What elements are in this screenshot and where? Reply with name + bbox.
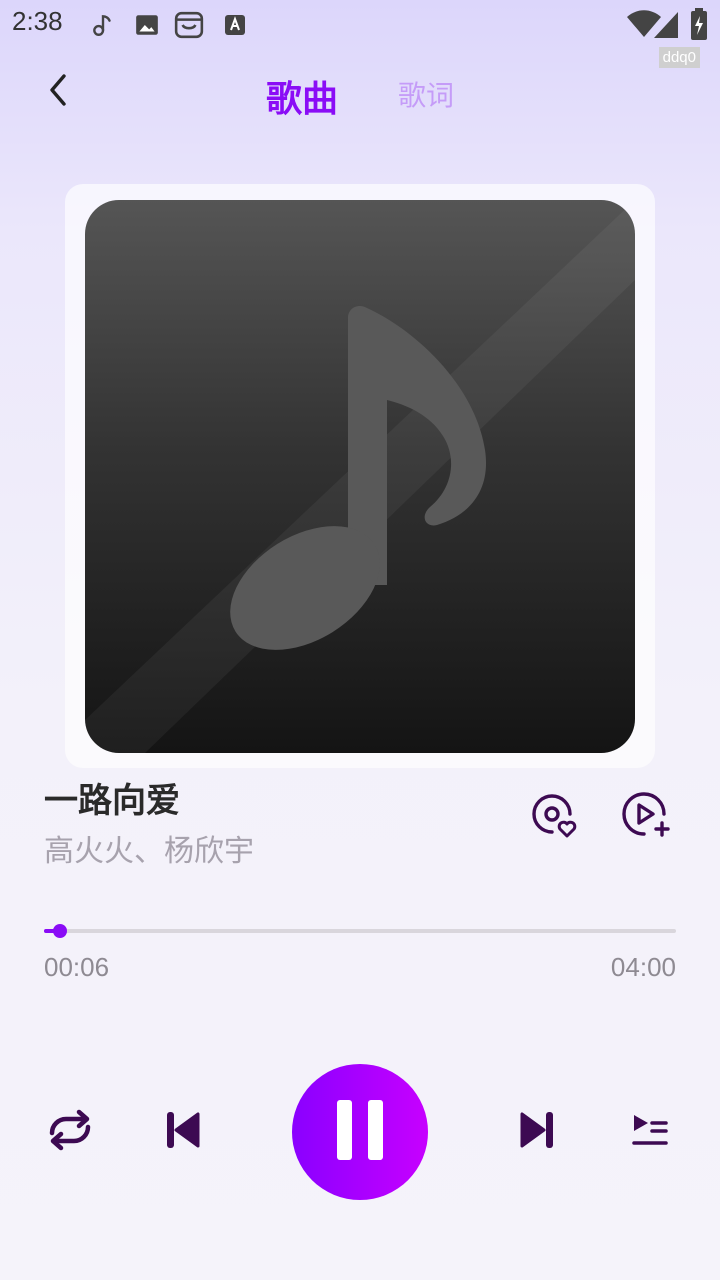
current-time: 00:06	[44, 952, 110, 982]
image-icon	[132, 10, 162, 40]
font-icon	[220, 10, 250, 40]
song-artist: 高火火、杨欣宇	[44, 834, 254, 869]
repeat-icon	[44, 1109, 96, 1155]
disc-heart-icon	[530, 790, 580, 844]
progress-thumb[interactable]	[52, 924, 67, 938]
skip-next-icon	[519, 1110, 555, 1154]
pause-button[interactable]	[292, 1064, 428, 1200]
music-note-icon	[230, 306, 487, 650]
repeat-button[interactable]	[40, 1102, 100, 1162]
back-button[interactable]	[38, 70, 78, 114]
music-note-icon	[88, 10, 118, 40]
store-icon	[174, 10, 204, 40]
add-to-playlist-button[interactable]	[620, 790, 674, 844]
play-add-icon	[622, 790, 672, 844]
tab-lyrics[interactable]: 歌词	[398, 74, 454, 114]
tab-song[interactable]: 歌曲	[266, 70, 338, 122]
battery-charging-icon	[690, 8, 708, 44]
debug-badge: ddq0	[658, 47, 700, 68]
progress-track[interactable]	[44, 929, 676, 933]
next-button[interactable]	[507, 1102, 567, 1162]
status-time: 2:38	[12, 6, 63, 36]
song-title: 一路向爱	[44, 781, 180, 821]
previous-button[interactable]	[153, 1102, 213, 1162]
skip-previous-icon	[165, 1110, 201, 1154]
queue-button[interactable]	[620, 1102, 680, 1162]
chevron-left-icon	[46, 72, 70, 112]
pause-icon	[337, 1100, 383, 1164]
album-art	[85, 200, 635, 753]
favorite-button[interactable]	[528, 790, 582, 844]
cellular-signal-icon	[654, 12, 678, 42]
queue-list-icon	[632, 1113, 668, 1151]
total-time: 04:00	[610, 952, 676, 982]
